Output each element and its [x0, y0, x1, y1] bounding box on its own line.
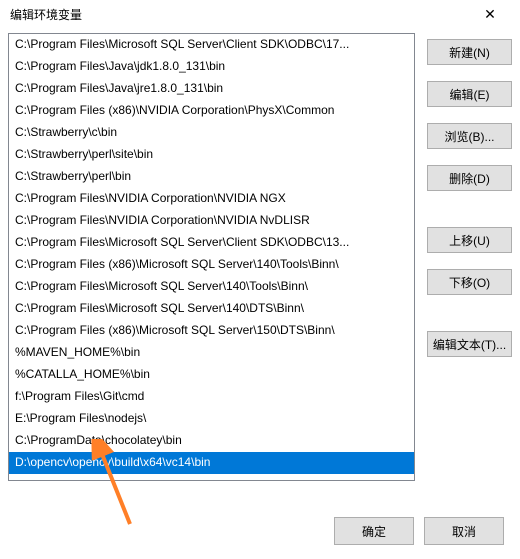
new-button[interactable]: 新建(N): [427, 39, 512, 65]
list-item[interactable]: C:\Program Files (x86)\Microsoft SQL Ser…: [9, 254, 414, 276]
list-item[interactable]: C:\Program Files (x86)\Microsoft SQL Ser…: [9, 320, 414, 342]
browse-button[interactable]: 浏览(B)...: [427, 123, 512, 149]
list-item[interactable]: C:\ProgramData\chocolatey\bin: [9, 430, 414, 452]
list-item[interactable]: C:\Program Files\Microsoft SQL Server\Cl…: [9, 232, 414, 254]
delete-button[interactable]: 删除(D): [427, 165, 512, 191]
list-item[interactable]: %MAVEN_HOME%\bin: [9, 342, 414, 364]
list-item[interactable]: C:\Strawberry\c\bin: [9, 122, 414, 144]
button-sidebar: 新建(N) 编辑(E) 浏览(B)... 删除(D) 上移(U) 下移(O) 编…: [427, 33, 512, 481]
list-item[interactable]: C:\Program Files (x86)\NVIDIA Corporatio…: [9, 100, 414, 122]
edit-button[interactable]: 编辑(E): [427, 81, 512, 107]
list-item[interactable]: C:\Program Files\Java\jre1.8.0_131\bin: [9, 78, 414, 100]
list-item[interactable]: C:\Program Files\Java\jdk1.8.0_131\bin: [9, 56, 414, 78]
close-icon[interactable]: ✕: [470, 6, 510, 23]
list-item[interactable]: C:\Strawberry\perl\site\bin: [9, 144, 414, 166]
edit-text-button[interactable]: 编辑文本(T)...: [427, 331, 512, 357]
list-item[interactable]: C:\Program Files\Microsoft SQL Server\14…: [9, 276, 414, 298]
list-item[interactable]: C:\Program Files\NVIDIA Corporation\NVID…: [9, 210, 414, 232]
move-up-button[interactable]: 上移(U): [427, 227, 512, 253]
ok-button[interactable]: 确定: [334, 517, 414, 545]
list-item[interactable]: C:\Strawberry\perl\bin: [9, 166, 414, 188]
list-item[interactable]: C:\Program Files\NVIDIA Corporation\NVID…: [9, 188, 414, 210]
cancel-button[interactable]: 取消: [424, 517, 504, 545]
list-item[interactable]: C:\Program Files\Microsoft SQL Server\14…: [9, 298, 414, 320]
dialog-footer: 确定 取消: [334, 517, 504, 545]
titlebar: 编辑环境变量 ✕: [0, 0, 520, 29]
list-item[interactable]: E:\Program Files\nodejs\: [9, 408, 414, 430]
dialog-title: 编辑环境变量: [10, 6, 82, 23]
list-item[interactable]: D:\opencv\opencv\build\x64\vc14\bin: [9, 452, 414, 474]
move-down-button[interactable]: 下移(O): [427, 269, 512, 295]
path-listbox[interactable]: C:\Program Files\Microsoft SQL Server\Cl…: [8, 33, 415, 481]
list-item[interactable]: C:\Program Files\Microsoft SQL Server\Cl…: [9, 34, 414, 56]
list-item[interactable]: %CATALLA_HOME%\bin: [9, 364, 414, 386]
list-item[interactable]: f:\Program Files\Git\cmd: [9, 386, 414, 408]
